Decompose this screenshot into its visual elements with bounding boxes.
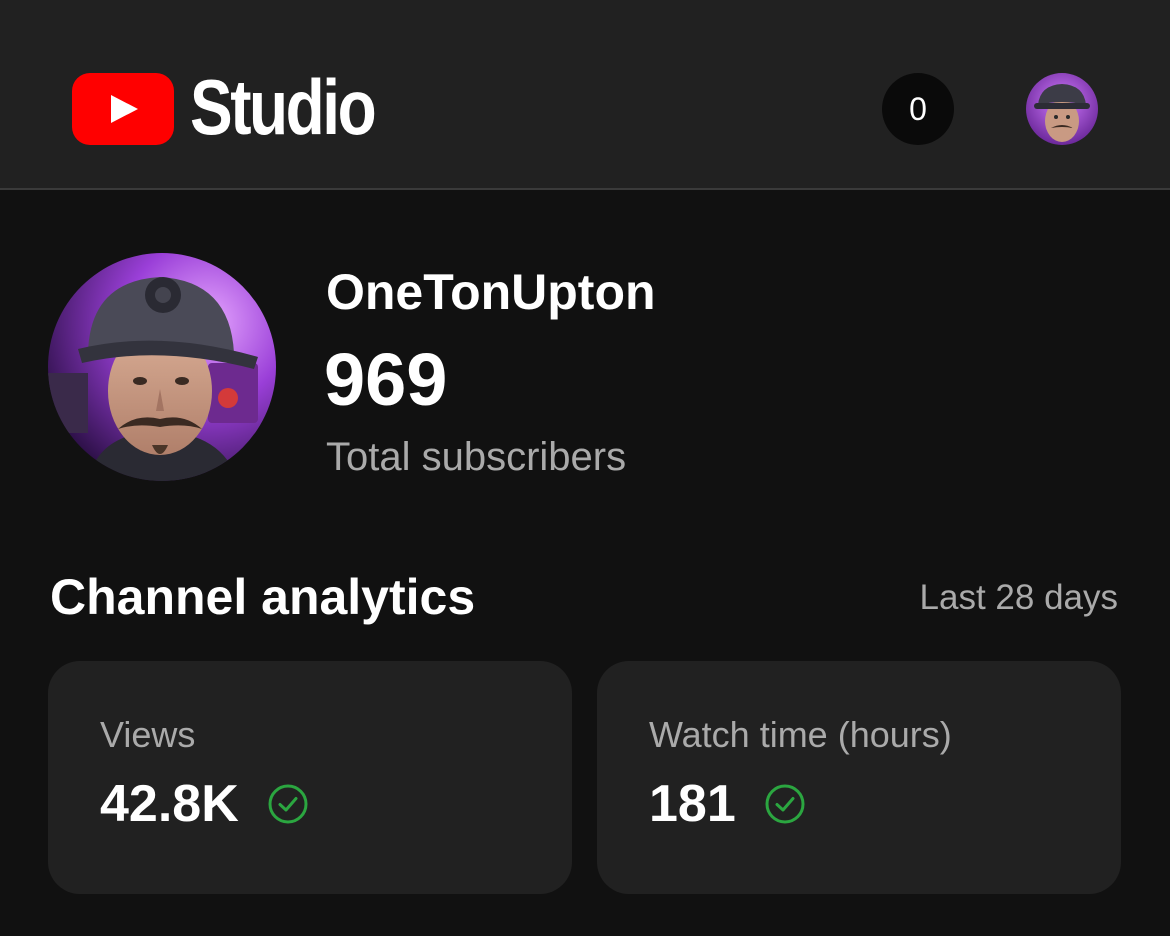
views-label: Views	[100, 714, 196, 755]
check-circle-icon	[268, 784, 308, 824]
analytics-period: Last 28 days	[919, 578, 1118, 617]
notifications-button[interactable]: 0	[882, 73, 954, 145]
account-avatar[interactable]	[1026, 73, 1098, 145]
watch-time-value: 181	[649, 775, 736, 833]
channel-avatar[interactable]	[48, 253, 276, 481]
youtube-studio-logo[interactable]: Studio	[72, 68, 415, 146]
channel-avatar-image	[48, 253, 276, 481]
watch-time-label: Watch time (hours)	[649, 714, 952, 755]
watch-time-value-row: 181	[649, 773, 806, 835]
channel-name: OneTonUpton	[326, 264, 656, 320]
subscriber-count: 969	[324, 338, 448, 421]
notification-count: 0	[909, 90, 927, 127]
views-card[interactable]: Views 42.8K	[48, 661, 572, 894]
views-value-row: 42.8K	[100, 773, 309, 835]
watch-time-card[interactable]: Watch time (hours) 181	[597, 661, 1121, 894]
avatar-icon	[1026, 73, 1098, 145]
subscriber-label: Total subscribers	[326, 435, 627, 479]
app-name: Studio	[190, 63, 377, 151]
check-circle-icon	[765, 784, 805, 824]
views-value: 42.8K	[100, 775, 239, 833]
app-header: Studio 0	[0, 0, 1170, 190]
channel-analytics-title: Channel analytics	[50, 569, 476, 625]
youtube-play-icon	[72, 73, 174, 145]
